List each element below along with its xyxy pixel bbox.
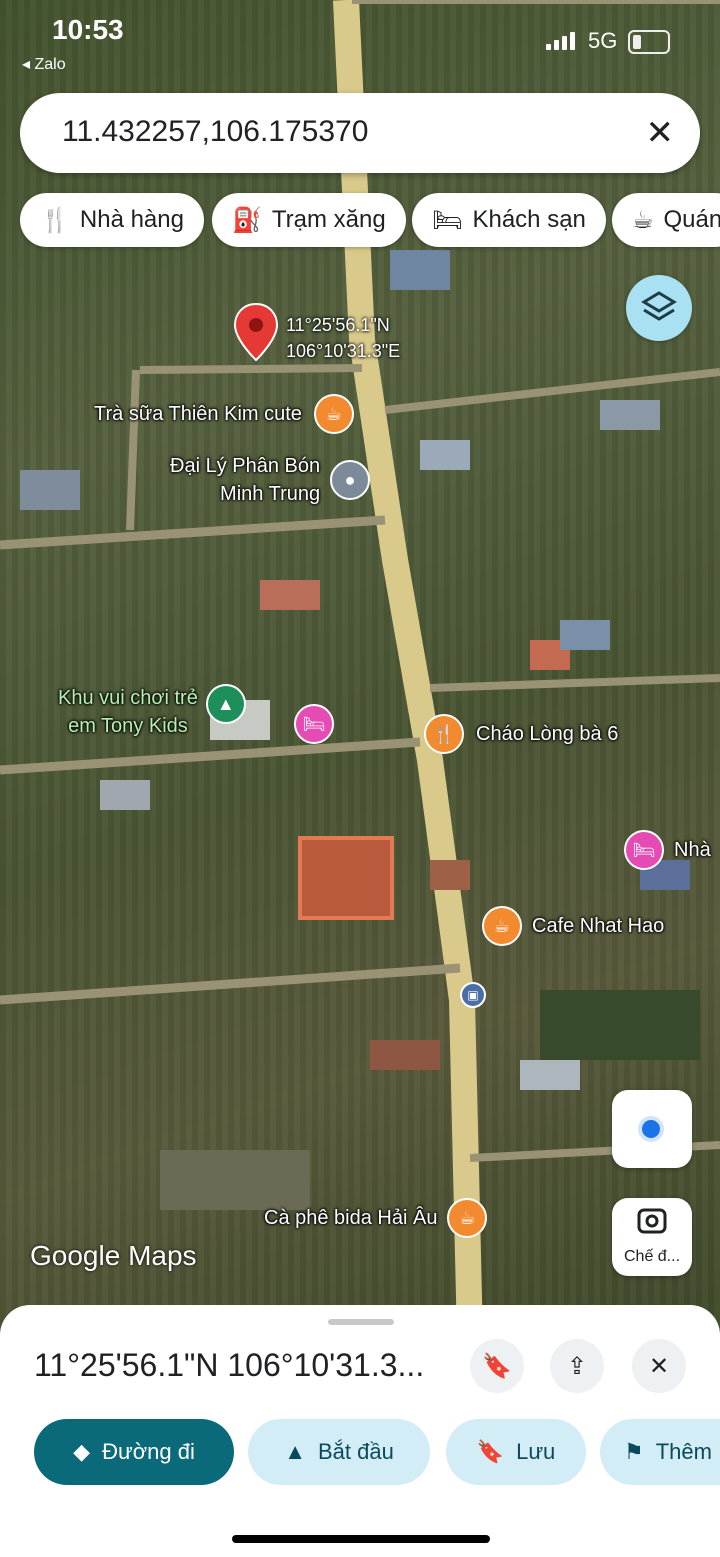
- battery-icon: [628, 30, 670, 54]
- my-location-button[interactable]: [612, 1090, 692, 1168]
- poi-hotel[interactable]: 🛏: [294, 704, 334, 744]
- poi-chao-long-ba-6[interactable]: 🍴 Cháo Lòng bà 6: [424, 714, 618, 754]
- lens-mode-label: Chế đ...: [623, 1248, 681, 1265]
- pin-coordinates-label: 11°25'56.1"N 106°10'31.3"E: [286, 312, 400, 364]
- restaurant-icon: 🍴: [424, 714, 464, 754]
- pin-lat: 11°25'56.1"N: [286, 315, 390, 335]
- bookmark-icon: 🔖: [476, 1439, 505, 1464]
- camera-lens-icon: [637, 1208, 667, 1234]
- status-bar: 10:53 ◂ Zalo 5G: [0, 0, 720, 80]
- pin-lng: 106°10'31.3"E: [286, 341, 401, 361]
- action-label: Đường đi: [102, 1439, 195, 1464]
- poi-label-line2: em Tony Kids: [68, 715, 188, 737]
- layers-icon: [641, 291, 677, 321]
- poi-label: Đại Lý Phân Bón: [170, 455, 321, 477]
- cafe-icon: ☕: [313, 394, 354, 434]
- poi-label: Nhà: [674, 838, 711, 861]
- chip-label: Khách sạn: [472, 206, 586, 233]
- restaurant-icon: 🍴: [40, 206, 70, 234]
- directions-icon: ◆: [73, 1439, 91, 1464]
- poi-label: Khu vui chơi trẻ: [58, 687, 198, 709]
- lens-mode-button[interactable]: Chế đ...: [612, 1198, 692, 1276]
- home-indicator[interactable]: [232, 1535, 490, 1543]
- cafe-icon: ☕: [632, 206, 654, 234]
- layers-button[interactable]: [626, 275, 692, 341]
- pin-icon: [233, 302, 279, 362]
- chip-cafe[interactable]: ☕ Quán: [612, 193, 720, 247]
- poi-label: Trà sữa Thiên Kim cute: [94, 402, 302, 425]
- cafe-icon: ☕: [482, 906, 522, 946]
- category-chips: 🍴 Nhà hàng ⛽ Trạm xăng 🛏 Khách sạn ☕ Quá…: [20, 193, 720, 247]
- location-dot-icon: [642, 1120, 660, 1138]
- close-sheet-button[interactable]: ✕: [632, 1339, 686, 1393]
- hotel-icon: 🛏: [624, 830, 664, 870]
- action-label: Lưu: [516, 1439, 556, 1464]
- hotel-icon: 🛏: [432, 206, 463, 234]
- back-to-app-link[interactable]: ◂ Zalo: [22, 54, 66, 74]
- close-icon[interactable]: ✕: [646, 113, 675, 153]
- bus-stop[interactable]: ▣: [460, 982, 486, 1008]
- start-button[interactable]: ▲ Bắt đầu: [248, 1419, 430, 1485]
- save-button[interactable]: 🔖: [470, 1339, 524, 1393]
- action-label: Thêm: [655, 1439, 712, 1464]
- poi-label: Cà phê bida Hải Âu: [264, 1206, 438, 1229]
- chip-gas-station[interactable]: ⛽ Trạm xăng: [212, 193, 406, 247]
- poi-tra-sua-thien-kim[interactable]: Trà sữa Thiên Kim cute ☕: [94, 394, 354, 434]
- search-bar[interactable]: 11.432257,106.175370 ✕: [20, 93, 700, 173]
- poi-cafe-nhat-hao[interactable]: ☕ Cafe Nhat Hao: [482, 906, 664, 946]
- cafe-icon: ☕: [447, 1198, 488, 1238]
- search-input[interactable]: 11.432257,106.175370: [62, 115, 368, 149]
- hotel-icon: 🛏: [294, 704, 334, 744]
- poi-ca-phe-bida-hai-au[interactable]: Cà phê bida Hải Âu ☕: [264, 1198, 488, 1238]
- chip-label: Quán: [663, 206, 720, 233]
- place-icon: ●: [330, 460, 371, 500]
- poi-dai-ly-phan-bon[interactable]: Đại Lý Phân Bón Minh Trung ●: [170, 452, 371, 508]
- bus-icon: ▣: [460, 982, 486, 1008]
- share-button[interactable]: ⇪: [550, 1339, 604, 1393]
- poi-nha[interactable]: 🛏 Nhà: [624, 830, 711, 870]
- save-place-button[interactable]: 🔖 Lưu: [446, 1419, 586, 1485]
- poi-label: Cháo Lòng bà 6: [476, 722, 619, 745]
- navigation-arrow-icon: ▲: [284, 1439, 306, 1464]
- signal-icon: [546, 30, 580, 50]
- flag-icon: ⚑: [624, 1439, 644, 1464]
- chip-label: Nhà hàng: [79, 206, 184, 233]
- add-button[interactable]: ⚑ Thêm: [600, 1419, 720, 1485]
- action-buttons: ◆ Đường đi ▲ Bắt đầu 🔖 Lưu ⚑ Thêm: [0, 1419, 720, 1485]
- sheet-handle[interactable]: [328, 1319, 394, 1325]
- chip-hotel[interactable]: 🛏 Khách sạn: [412, 193, 606, 247]
- directions-button[interactable]: ◆ Đường đi: [34, 1419, 234, 1485]
- bookmark-icon: 🔖: [482, 1352, 512, 1380]
- network-label: 5G: [588, 28, 618, 53]
- close-icon: ✕: [648, 1352, 670, 1380]
- poi-label-line2: Minh Trung: [220, 483, 321, 505]
- tree-icon: ▲: [205, 684, 246, 724]
- google-maps-logo: Google Maps: [30, 1240, 197, 1271]
- chip-label: Trạm xăng: [271, 206, 386, 233]
- gas-station-icon: ⛽: [232, 206, 262, 234]
- place-sheet: 11°25'56.1"N 106°10'31.3... 🔖 ⇪ ✕ ◆ Đườn…: [0, 1305, 720, 1557]
- poi-tony-kids[interactable]: Khu vui chơi trẻ em Tony Kids ▲: [58, 684, 246, 740]
- share-icon: ⇪: [566, 1352, 588, 1380]
- chip-restaurant[interactable]: 🍴 Nhà hàng: [20, 193, 204, 247]
- place-title: 11°25'56.1"N 106°10'31.3...: [34, 1347, 425, 1383]
- clock: 10:53: [52, 14, 124, 45]
- poi-label: Cafe Nhat Hao: [532, 914, 665, 937]
- action-label: Bắt đầu: [317, 1439, 394, 1464]
- dropped-pin[interactable]: [232, 302, 280, 369]
